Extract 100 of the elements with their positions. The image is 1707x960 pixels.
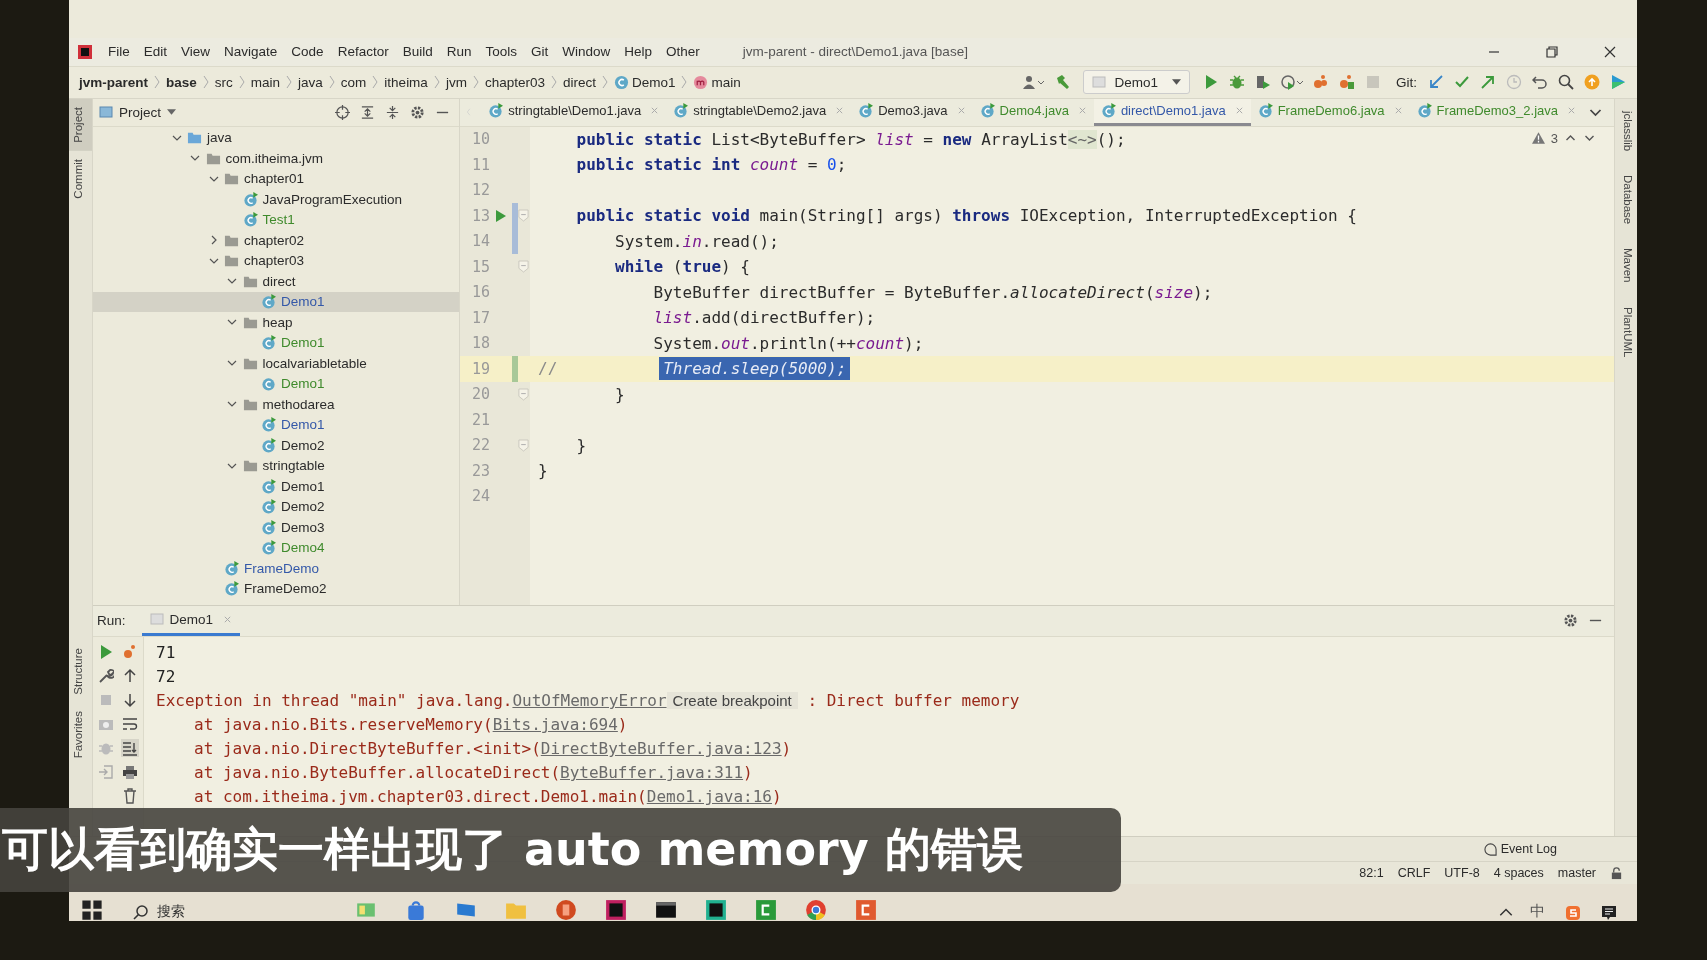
run-icon[interactable] xyxy=(1203,74,1219,91)
editor-tab[interactable]: direct\Demo1.java xyxy=(1093,98,1251,126)
tree-item[interactable]: chapter03 xyxy=(93,250,459,272)
scroll-to-end-icon[interactable] xyxy=(121,738,139,757)
update-arrow-icon[interactable] xyxy=(1428,74,1444,91)
bag-icon[interactable] xyxy=(405,899,427,921)
breadcrumb-item[interactable]: src xyxy=(214,74,233,90)
wrench-icon[interactable] xyxy=(97,666,115,685)
tool-window-tab[interactable]: Project xyxy=(69,98,92,151)
menu-item[interactable]: Code xyxy=(284,44,331,60)
console-link[interactable]: ByteBuffer.java:311 xyxy=(560,763,744,783)
editor-app-icon[interactable] xyxy=(855,899,877,921)
tree-item[interactable]: stringtable xyxy=(93,455,459,477)
lock-icon[interactable] xyxy=(1610,866,1623,880)
tree-item[interactable]: com.itheima.jvm xyxy=(93,148,459,169)
breadcrumb-item[interactable]: java xyxy=(298,74,323,90)
tree-item[interactable]: FrameDemo2 xyxy=(93,578,459,600)
tree-item[interactable]: heap xyxy=(93,312,459,333)
tool-window-tab[interactable]: Database xyxy=(1615,171,1637,229)
editor-tab[interactable]: stringtable\Demo1.java xyxy=(481,98,667,126)
tool-window-tab[interactable]: jclasslib xyxy=(1615,106,1637,155)
undo-icon[interactable] xyxy=(1532,74,1548,91)
run-gutter-icon[interactable] xyxy=(495,209,507,223)
ide-icon[interactable] xyxy=(705,899,727,921)
presentation-icon[interactable] xyxy=(555,899,577,921)
menu-item[interactable]: Refactor xyxy=(330,44,396,60)
upgrade-icon[interactable] xyxy=(1584,74,1600,91)
editor-tab[interactable]: FrameDemo6.java xyxy=(1250,98,1410,126)
tool-window-tab[interactable]: Maven xyxy=(1615,244,1637,287)
push-arrow-icon[interactable] xyxy=(1480,74,1496,91)
settings-icon[interactable] xyxy=(410,104,425,120)
breadcrumb-item[interactable]: base xyxy=(166,74,197,90)
tab-label[interactable]: Demo4.java xyxy=(999,103,1069,119)
settings-icon[interactable] xyxy=(1563,613,1578,629)
tree-item[interactable]: JavaProgramExecution xyxy=(93,189,459,210)
tool-window-tab[interactable]: Commit xyxy=(69,150,92,207)
editor-tab[interactable]: stringtable\Demo2.java xyxy=(666,98,852,126)
tool-window-tab[interactable]: PlantUML xyxy=(1615,302,1637,362)
run-config-dropdown[interactable]: Demo1 xyxy=(1083,70,1190,95)
windows-logo-icon[interactable] xyxy=(81,899,103,921)
profile-icon[interactable] xyxy=(1281,74,1303,91)
status-item[interactable]: CRLF xyxy=(1397,866,1431,881)
tree-item[interactable]: Demo1 xyxy=(93,332,459,354)
coverage-icon[interactable] xyxy=(1255,74,1271,91)
status-item[interactable]: UTF-8 xyxy=(1444,866,1480,881)
editor-app-icon[interactable] xyxy=(755,899,777,921)
menu-item[interactable]: Git xyxy=(524,44,556,60)
taskbar-search[interactable]: 搜索 xyxy=(133,903,185,921)
tree-item[interactable]: Demo4 xyxy=(93,537,459,559)
tree-item[interactable]: chapter01 xyxy=(93,168,459,190)
tab-label[interactable]: direct\Demo1.java xyxy=(1120,103,1226,119)
breadcrumb-item[interactable]: com xyxy=(340,74,367,90)
tree-item[interactable]: direct xyxy=(93,271,459,292)
collapse-all-icon[interactable] xyxy=(385,104,400,120)
tab-label[interactable]: Demo3.java xyxy=(878,103,948,119)
tree-item[interactable]: methodarea xyxy=(93,394,459,415)
change-marker[interactable] xyxy=(512,228,518,255)
console-link[interactable]: Bits.java:694 xyxy=(492,715,618,735)
menu-item[interactable]: Edit xyxy=(136,44,175,60)
tree-item[interactable]: chapter02 xyxy=(93,230,459,251)
menu-item[interactable]: Window xyxy=(555,44,618,60)
tree-item[interactable]: Demo1 xyxy=(93,291,459,313)
editor-tab[interactable]: Demo4.java xyxy=(972,98,1094,126)
attach-icon[interactable] xyxy=(1313,74,1329,91)
tool-window-tab[interactable]: Favorites xyxy=(69,703,92,767)
tree-item[interactable]: Demo3 xyxy=(93,517,459,538)
menu-item[interactable]: View xyxy=(174,44,218,60)
chevron-icon[interactable] xyxy=(227,461,237,471)
tab-label[interactable]: stringtable\Demo1.java xyxy=(508,103,642,119)
status-item[interactable]: 4 spaces xyxy=(1493,866,1544,881)
menu-item[interactable]: File xyxy=(101,44,137,60)
menu-item[interactable]: Navigate xyxy=(217,44,285,60)
ide-icon[interactable] xyxy=(605,899,627,921)
tab-label[interactable]: stringtable\Demo2.java xyxy=(693,103,827,119)
breakpoint-hint[interactable]: Create breakpoint xyxy=(666,692,798,710)
status-item[interactable]: master xyxy=(1557,866,1596,881)
tree-item[interactable]: Demo1 xyxy=(93,373,459,395)
restore-icon[interactable] xyxy=(1545,44,1559,59)
menu-item[interactable]: Build xyxy=(395,44,440,60)
caret-icon[interactable] xyxy=(167,109,177,116)
breadcrumb-item[interactable]: main xyxy=(693,74,741,90)
change-marker[interactable] xyxy=(512,203,518,229)
chevron-icon[interactable] xyxy=(208,174,219,184)
project-view-dropdown[interactable]: Project xyxy=(119,104,162,120)
breadcrumb-item[interactable]: direct xyxy=(562,74,596,90)
terminal-icon[interactable] xyxy=(655,899,677,921)
input-app-icon[interactable] xyxy=(1565,905,1581,921)
tab-label[interactable]: Demo1 xyxy=(169,611,214,627)
hammer-icon[interactable] xyxy=(1054,74,1071,91)
chevron-icon[interactable] xyxy=(208,256,219,266)
editor-tab[interactable]: FrameDemo3_2.java xyxy=(1409,98,1583,126)
menu-item[interactable]: Tools xyxy=(478,44,524,60)
console-link[interactable]: OutOfMemoryError xyxy=(512,691,667,711)
tree-item[interactable]: Demo2 xyxy=(93,496,459,518)
event-log-button[interactable]: Event Log xyxy=(1483,842,1557,857)
search-icon[interactable] xyxy=(1558,74,1574,91)
exit-icon[interactable] xyxy=(97,762,115,781)
tree-item[interactable]: java xyxy=(93,127,459,149)
status-item[interactable]: 82:1 xyxy=(1359,866,1384,881)
breadcrumb-item[interactable]: itheima xyxy=(384,74,428,90)
